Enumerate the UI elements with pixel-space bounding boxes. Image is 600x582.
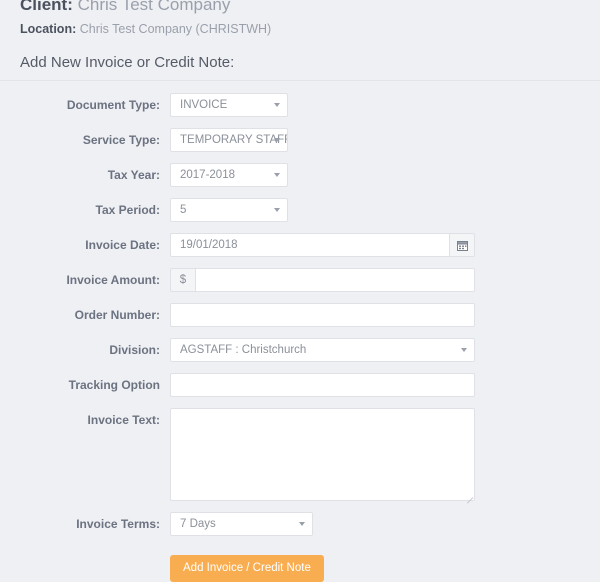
client-line: Client: Chris Test Company xyxy=(20,0,600,14)
chevron-down-icon xyxy=(274,103,280,107)
form-row-invoice-amount: Invoice Amount: $ xyxy=(0,268,600,292)
order-number-input[interactable] xyxy=(170,303,475,327)
form-row-tracking-option: Tracking Option xyxy=(0,373,600,397)
location-line: Location: Chris Test Company (CHRISTWH) xyxy=(20,18,600,37)
tax-year-label: Tax Year: xyxy=(107,168,160,182)
form-row-submit: Add Invoice / Credit Note xyxy=(0,555,600,582)
add-invoice-credit-note-button[interactable]: Add Invoice / Credit Note xyxy=(170,555,324,582)
chevron-down-icon xyxy=(461,348,467,352)
invoice-form: Document Type: INVOICE Service Type: TEM… xyxy=(0,81,600,582)
invoice-date-input[interactable]: 19/01/2018 xyxy=(170,233,449,257)
document-type-value: INVOICE xyxy=(180,99,228,111)
form-row-invoice-terms: Invoice Terms: 7 Days xyxy=(0,512,600,536)
location-label: Location: xyxy=(20,22,77,36)
invoice-amount-group: $ xyxy=(170,268,475,292)
division-value: AGSTAFF : Christchurch xyxy=(180,344,307,356)
service-type-value: TEMPORARY STAFF xyxy=(180,134,287,146)
document-type-select[interactable]: INVOICE xyxy=(170,93,288,117)
invoice-date-group: 19/01/2018 xyxy=(170,233,475,257)
form-row-document-type: Document Type: INVOICE xyxy=(0,93,600,117)
chevron-down-icon xyxy=(299,522,305,526)
invoice-terms-select[interactable]: 7 Days xyxy=(170,512,313,536)
invoice-amount-input[interactable] xyxy=(195,268,475,292)
chevron-down-icon xyxy=(274,138,280,142)
service-type-select[interactable]: TEMPORARY STAFF xyxy=(170,128,288,152)
form-row-tax-year: Tax Year: 2017-2018 xyxy=(0,163,600,187)
form-row-tax-period: Tax Period: 5 xyxy=(0,198,600,222)
tax-period-select[interactable]: 5 xyxy=(170,198,288,222)
chevron-down-icon xyxy=(274,173,280,177)
client-header: Client: Chris Test Company Location: Chr… xyxy=(0,0,600,37)
page-title: Add New Invoice or Credit Note: xyxy=(0,37,600,81)
tax-year-value: 2017-2018 xyxy=(180,169,235,181)
invoice-terms-label: Invoice Terms: xyxy=(76,517,160,531)
resize-handle-icon[interactable] xyxy=(464,490,474,504)
form-row-division: Division: AGSTAFF : Christchurch xyxy=(0,338,600,362)
invoice-terms-value: 7 Days xyxy=(180,518,216,530)
division-label: Division: xyxy=(109,343,160,357)
client-label: Client: xyxy=(20,0,73,14)
invoice-text-textarea[interactable] xyxy=(170,408,475,504)
division-select[interactable]: AGSTAFF : Christchurch xyxy=(170,338,475,362)
form-row-invoice-text: Invoice Text: xyxy=(0,408,600,504)
service-type-label: Service Type: xyxy=(82,133,160,147)
document-type-label: Document Type: xyxy=(66,98,160,112)
tax-period-label: Tax Period: xyxy=(95,203,160,217)
invoice-text-label: Invoice Text: xyxy=(87,413,160,427)
invoice-date-label: Invoice Date: xyxy=(85,238,160,252)
location-value: Chris Test Company (CHRISTWH) xyxy=(79,22,272,36)
calendar-button[interactable] xyxy=(449,233,475,257)
tracking-option-input[interactable] xyxy=(170,373,475,397)
order-number-label: Order Number: xyxy=(74,308,160,322)
form-row-invoice-date: Invoice Date: 19/01/2018 xyxy=(0,233,600,257)
tax-period-value: 5 xyxy=(180,204,187,216)
currency-prefix: $ xyxy=(170,268,195,292)
form-row-service-type: Service Type: TEMPORARY STAFF xyxy=(0,128,600,152)
invoice-amount-label: Invoice Amount: xyxy=(66,273,160,287)
form-row-order-number: Order Number: xyxy=(0,303,600,327)
chevron-down-icon xyxy=(274,208,280,212)
calendar-icon xyxy=(456,240,468,251)
client-value: Chris Test Company xyxy=(77,0,231,14)
tax-year-select[interactable]: 2017-2018 xyxy=(170,163,288,187)
tracking-option-label: Tracking Option xyxy=(68,378,160,392)
